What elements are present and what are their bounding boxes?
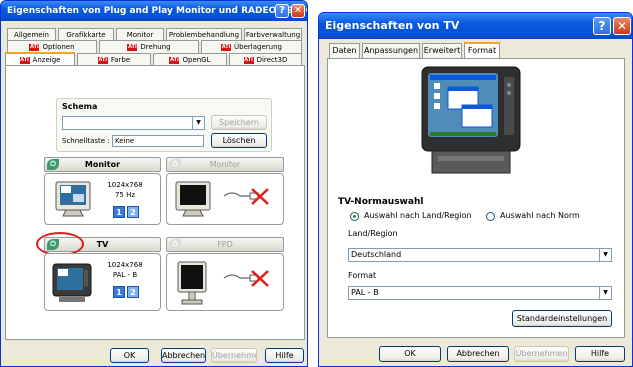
primary-display-button[interactable]: 1 xyxy=(113,286,125,298)
radio-by-norm[interactable] xyxy=(486,212,495,221)
left-title-bar: Eigenschaften von Plug and Play Monitor … xyxy=(1,1,307,21)
ok-button[interactable]: OK xyxy=(110,348,149,363)
chevron-down-icon[interactable]: ▼ xyxy=(599,249,611,261)
hotkey-input[interactable]: Keine xyxy=(112,135,204,147)
radio-by-country[interactable] xyxy=(350,212,359,221)
apply-button[interactable]: Übernehmen xyxy=(514,346,569,362)
ok-button[interactable]: OK xyxy=(379,346,441,362)
ati-icon: ATi xyxy=(97,56,108,64)
tab-anzeige-label: Anzeige xyxy=(32,56,61,64)
save-scheme-button[interactable]: Speichern xyxy=(211,115,267,130)
device-header-monitor-2[interactable]: ⏻ Monitor xyxy=(166,157,284,172)
help-button[interactable]: Hilfe xyxy=(265,348,304,363)
right-dialog: Eigenschaften von TV ? ✕ Daten Anpassung… xyxy=(318,12,633,367)
device-box-monitor-2 xyxy=(166,173,284,225)
crt-monitor-off-icon xyxy=(175,181,211,217)
device-box-monitor-1: 1024x768 75 Hz 1 2 xyxy=(44,173,161,225)
ati-icon: ATi xyxy=(19,56,30,64)
device-header-fpd[interactable]: ⏻ FPD xyxy=(166,237,284,252)
device-resolution: 1024x768 PAL - B xyxy=(105,260,145,280)
tab-opengl-label: OpenGL xyxy=(182,56,211,64)
tab-ueberlagerung[interactable]: ATi Überlagerung xyxy=(201,40,302,53)
ati-icon: ATi xyxy=(169,56,180,64)
tab-daten[interactable]: Daten xyxy=(329,43,360,58)
tab-farbe-label: Farbe xyxy=(110,56,131,64)
chevron-down-icon[interactable]: ▼ xyxy=(192,117,204,129)
ati-icon: ATi xyxy=(221,43,232,51)
right-help-button[interactable]: ? xyxy=(593,17,611,35)
tab-ueberlagerung-label: Überlagerung xyxy=(234,43,282,51)
format-label: Format xyxy=(348,271,377,280)
secondary-display-button[interactable]: 2 xyxy=(127,206,139,218)
format-select[interactable]: PAL - B ▼ xyxy=(348,286,612,300)
chevron-down-icon[interactable]: ▼ xyxy=(599,287,611,299)
right-close-button[interactable]: ✕ xyxy=(613,17,631,35)
left-close-button[interactable]: ✕ xyxy=(291,4,305,18)
format-panel: TV-Normauswahl Auswahl nach Land/Region … xyxy=(327,58,625,338)
power-icon[interactable]: ⏻ xyxy=(169,159,181,170)
tv-illustration xyxy=(421,66,521,174)
disconnected-cable-icon xyxy=(223,188,269,205)
apply-button[interactable]: Übernehmen xyxy=(211,348,257,363)
delete-scheme-button[interactable]: Löschen xyxy=(211,133,267,148)
schema-combo[interactable]: ▼ xyxy=(62,116,205,130)
tab-drehung[interactable]: ATi Drehung xyxy=(99,40,199,53)
flat-panel-off-icon xyxy=(177,261,207,305)
secondary-display-button[interactable]: 2 xyxy=(127,286,139,298)
device-box-tv: 1024x768 PAL - B 1 2 xyxy=(44,253,161,311)
schema-group: Schema ▼ Speichern Schnelltaste : Keine … xyxy=(56,98,272,152)
device-header-label: TV xyxy=(96,240,109,249)
radio-by-country-label[interactable]: Auswahl nach Land/Region xyxy=(364,211,472,220)
hotkey-label: Schnelltaste : xyxy=(62,137,110,145)
country-select-value: Deutschland xyxy=(351,250,402,259)
right-title: Eigenschaften von TV xyxy=(325,19,460,32)
device-header-label: FPD xyxy=(217,240,233,249)
primary-display-button[interactable]: 1 xyxy=(113,206,125,218)
ati-icon: ATi xyxy=(29,43,40,51)
device-refresh-text: 75 Hz xyxy=(114,191,136,199)
tab-erweitert[interactable]: Erweitert xyxy=(422,43,462,58)
tab-anpassungen[interactable]: Anpassungen xyxy=(362,43,420,58)
ati-icon: ATi xyxy=(127,43,138,51)
device-header-label: Monitor xyxy=(84,160,121,169)
device-header-label: Monitor xyxy=(209,160,241,169)
device-resolution: 1024x768 75 Hz xyxy=(105,180,145,200)
device-header-monitor-1[interactable]: ⏻ Monitor xyxy=(44,157,161,172)
device-box-fpd xyxy=(166,253,284,311)
device-format-text: PAL - B xyxy=(112,271,138,279)
power-icon[interactable]: ⏻ xyxy=(47,159,59,170)
left-dialog: Eigenschaften von Plug and Play Monitor … xyxy=(0,0,308,367)
device-resolution-text: 1024x768 xyxy=(107,261,143,269)
tab-format[interactable]: Format xyxy=(464,42,500,59)
left-title: Eigenschaften von Plug and Play Monitor … xyxy=(7,6,307,16)
cancel-button[interactable]: Abbrechen xyxy=(161,348,206,363)
schema-title: Schema xyxy=(62,102,98,111)
left-help-button[interactable]: ? xyxy=(275,4,289,18)
disconnected-cable-icon xyxy=(223,270,269,287)
country-label: Land/Region xyxy=(348,229,398,238)
tab-drehung-label: Drehung xyxy=(140,43,171,51)
ati-icon: ATi xyxy=(243,56,254,64)
radio-by-norm-label[interactable]: Auswahl nach Norm xyxy=(500,211,580,220)
tab-anzeige[interactable]: ATi Anzeige xyxy=(5,52,75,66)
device-resolution-text: 1024x768 xyxy=(107,181,143,189)
help-button[interactable]: Hilfe xyxy=(575,346,625,362)
tv-icon xyxy=(52,263,92,302)
crt-monitor-icon xyxy=(55,181,91,217)
defaults-button[interactable]: Standardeinstellungen xyxy=(512,310,612,327)
tab-optionen-label: Optionen xyxy=(42,43,75,51)
right-title-bar: Eigenschaften von TV ? ✕ xyxy=(319,13,632,39)
anzeige-panel: Schema ▼ Speichern Schnelltaste : Keine … xyxy=(5,65,305,340)
power-icon[interactable]: ⏻ xyxy=(169,239,181,250)
tab-direct3d-label: Direct3D xyxy=(256,56,288,64)
country-select[interactable]: Deutschland ▼ xyxy=(348,248,612,262)
tv-norm-group-title: TV-Normauswahl xyxy=(338,197,424,207)
cancel-button[interactable]: Abbrechen xyxy=(447,346,509,362)
format-select-value: PAL - B xyxy=(351,288,379,297)
